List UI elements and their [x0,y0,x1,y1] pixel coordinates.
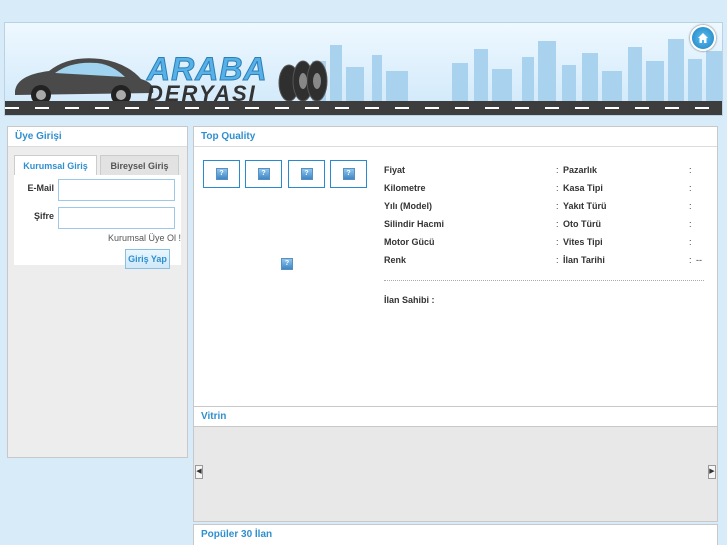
site-header: ARABA DERYASI [4,22,723,116]
tab-corporate-login[interactable]: Kurumsal Giriş [14,155,97,175]
spec-colon: : [689,255,692,265]
thumbnail-3[interactable]: ? [288,160,325,188]
home-icon [698,33,708,43]
carousel-prev-button[interactable]: ◀ [195,465,203,479]
broken-image-icon: ? [300,168,313,180]
spec-label: Renk [384,255,407,265]
quality-title: Top Quality [194,127,717,147]
spec-colon: : [556,183,559,193]
road-graphic [5,101,722,115]
main-image: ? [281,258,293,270]
spec-label: Vites Tipi [563,237,603,247]
spec-colon: : [689,219,692,229]
email-label: E-Mail [27,183,54,193]
login-button[interactable]: Giriş Yap [125,249,170,269]
spec-label: Pazarlık [563,165,598,175]
spec-colon: : [556,237,559,247]
email-field[interactable] [58,179,175,201]
spec-label: Fiyat [384,165,406,175]
spec-label: İlan Tarihi [563,255,605,265]
thumbnail-4[interactable]: ? [330,160,367,188]
spec-colon: : [556,201,559,211]
city-skyline [312,39,722,101]
popular-title: Popüler 30 İlan [193,524,718,545]
tires-icon [278,60,328,102]
broken-image-icon: ? [257,168,270,180]
broken-image-icon: ? [342,168,355,180]
spec-colon: : [689,165,692,175]
thumbnail-2[interactable]: ? [245,160,282,188]
spec-colon: : [556,219,559,229]
spec-colon: : [689,183,692,193]
spec-label: Oto Türü [563,219,601,229]
spec-colon: : [556,255,559,265]
top-strip [0,0,727,22]
top-quality-panel: Top Quality ? ? ? ? ? Fiyat Kilometre Yı… [193,126,718,407]
broken-image-icon: ? [215,168,228,180]
password-field[interactable] [58,207,175,229]
spec-colon: : [689,237,692,247]
spec-colon: : [689,201,692,211]
vitrin-carousel: ◀ ▶ [193,426,718,522]
corporate-register-link[interactable]: Kurumsal Üye Ol ! [108,233,181,243]
spec-label: Yakıt Türü [563,201,607,211]
spec-label: Yılı (Model) [384,201,432,211]
spec-value: -- [696,255,702,265]
spec-label: Motor Gücü [384,237,435,247]
member-login-panel: Üye Girişi Kurumsal Giriş Bireysel Giriş… [7,126,188,458]
broken-image-icon: ? [281,258,293,270]
password-label: Şifre [33,211,54,221]
vitrin-title: Vitrin [193,406,718,426]
spec-label: Kasa Tipi [563,183,603,193]
thumbnail-1[interactable]: ? [203,160,240,188]
car-icon [15,58,154,105]
login-title: Üye Girişi [8,127,187,147]
home-button[interactable] [690,25,716,51]
spec-divider [384,280,704,281]
carousel-next-button[interactable]: ▶ [708,465,716,479]
tab-individual-login[interactable]: Bireysel Giriş [100,155,179,175]
spec-label: Kilometre [384,183,426,193]
spec-label: Silindir Hacmi [384,219,445,229]
owner-label: İlan Sahibi : [384,295,435,305]
spec-colon: : [556,165,559,175]
